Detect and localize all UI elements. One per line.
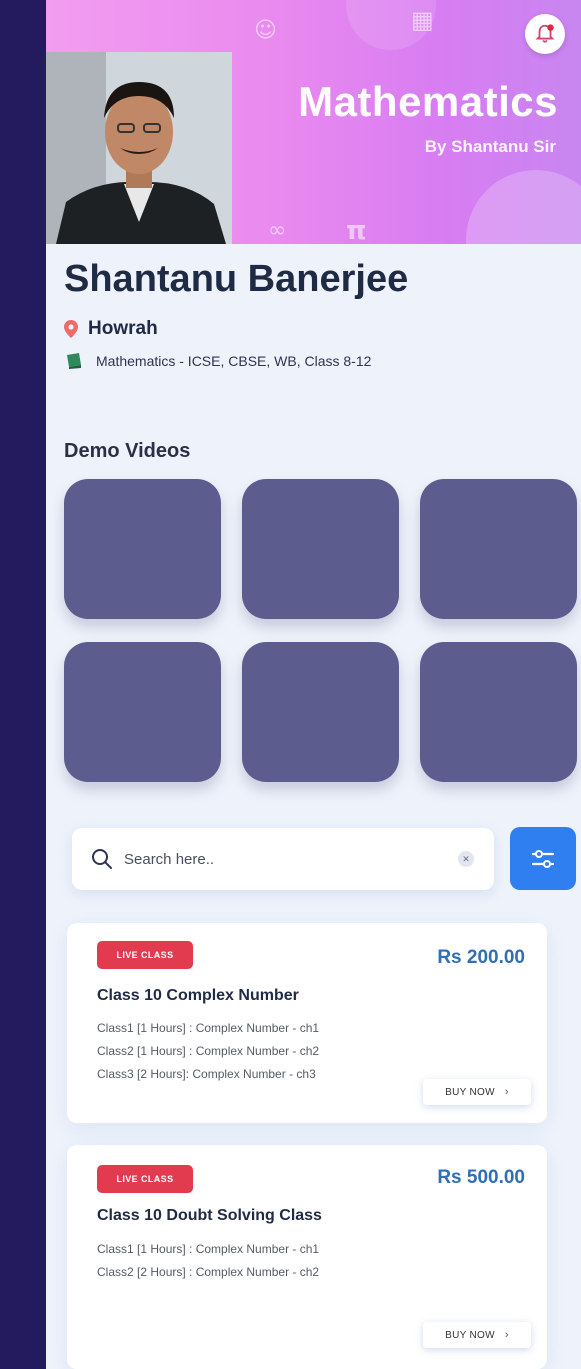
search-input[interactable] [124, 846, 444, 872]
demo-video-tile[interactable] [64, 479, 221, 619]
chevron-right-icon: › [504, 1329, 509, 1341]
location-text: Howrah [88, 318, 158, 339]
live-class-badge: LIVE CLASS [97, 941, 193, 969]
course-title: Class 10 Complex Number [97, 987, 299, 1004]
location-row: Howrah [64, 318, 158, 340]
buy-now-button[interactable]: BUY NOW › [423, 1079, 531, 1105]
demo-video-tile[interactable] [420, 479, 577, 619]
decor-brain-icon: ☺ [254, 18, 277, 43]
course-price: Rs 200.00 [437, 947, 525, 968]
buy-now-button[interactable]: BUY NOW › [423, 1322, 531, 1348]
banner-subtitle: By Shantanu Sir [424, 137, 556, 156]
clear-search-button[interactable]: ✕ [458, 851, 474, 867]
teacher-name: Shantanu Banerjee [64, 258, 409, 300]
decor-pi-icon: π [346, 216, 367, 244]
profile-banner: ☺ ▦ ∞ π Mathematics By Shantanu Sir [46, 0, 581, 244]
demo-video-tile[interactable] [242, 642, 399, 782]
buy-now-label: BUY NOW [445, 1086, 495, 1098]
app-screen: ☺ ▦ ∞ π Mathematics By Shantanu Sir Shan… [46, 0, 581, 1369]
teacher-photo [46, 52, 232, 244]
course-session: Class1 [1 Hours] : Complex Number - ch1 [97, 1021, 320, 1035]
course-card[interactable]: LIVE CLASS Rs 200.00 Class 10 Complex Nu… [67, 923, 547, 1123]
notification-button[interactable] [525, 14, 565, 54]
course-session: Class1 [1 Hours] : Complex Number - ch1 [97, 1242, 320, 1256]
course-session: Class2 [1 Hours] : Complex Number - ch2 [97, 1044, 320, 1058]
course-session: Class2 [2 Hours] : Complex Number - ch2 [97, 1265, 320, 1279]
course-title: Class 10 Doubt Solving Class [97, 1207, 322, 1224]
clear-icon: ✕ [462, 853, 470, 864]
buy-now-label: BUY NOW [445, 1329, 495, 1341]
subjects-text: Mathematics - ICSE, CBSE, WB, Class 8-12 [96, 353, 372, 369]
location-pin-icon [64, 320, 78, 338]
course-card[interactable]: LIVE CLASS Rs 500.00 Class 10 Doubt Solv… [67, 1145, 547, 1369]
live-class-badge: LIVE CLASS [97, 1165, 193, 1193]
demo-videos-title: Demo Videos [64, 440, 191, 462]
filter-sliders-icon [531, 849, 555, 868]
decor-calculator-icon: ▦ [411, 6, 434, 34]
decor-infinity-icon: ∞ [268, 218, 287, 243]
banner-title: Mathematics [298, 78, 558, 125]
demo-video-tile[interactable] [420, 642, 577, 782]
course-price: Rs 500.00 [437, 1167, 525, 1188]
course-session: Class3 [2 Hours]: Complex Number - ch3 [97, 1067, 316, 1081]
demo-video-tile[interactable] [242, 479, 399, 619]
filter-button[interactable] [510, 827, 576, 890]
chevron-right-icon: › [504, 1086, 509, 1098]
search-icon [92, 849, 112, 869]
bell-icon [535, 24, 555, 43]
demo-video-tile[interactable] [64, 642, 221, 782]
subjects-row: Mathematics - ICSE, CBSE, WB, Class 8-12 [64, 353, 371, 369]
book-icon [67, 353, 81, 369]
search-bar: ✕ [72, 828, 494, 890]
